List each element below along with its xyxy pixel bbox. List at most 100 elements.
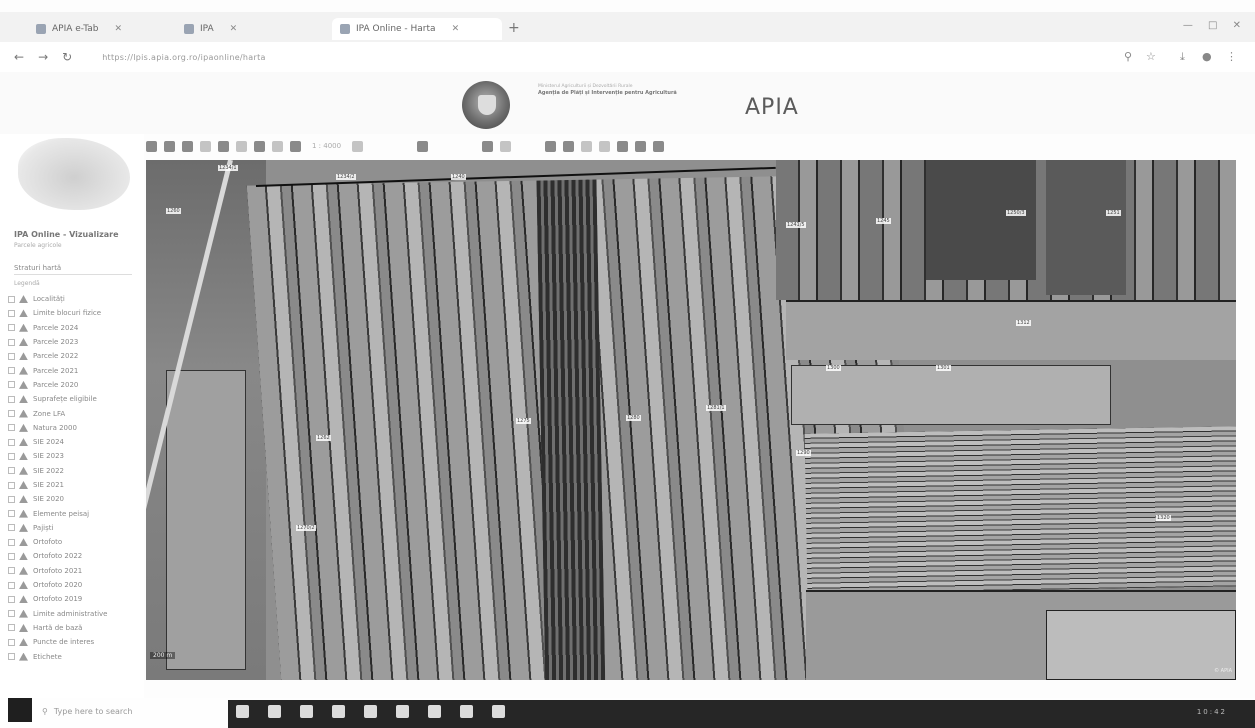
layer-item[interactable]: Hartă de bază: [8, 621, 146, 635]
mail-icon[interactable]: [332, 705, 345, 718]
taskbar-search[interactable]: ⚲ Type here to search: [42, 702, 170, 720]
pencil-icon[interactable]: [635, 140, 647, 152]
layer-item[interactable]: Ortofoto 2020: [8, 578, 146, 592]
app-icon[interactable]: [428, 705, 441, 718]
layer-item[interactable]: Parcele 2020: [8, 378, 146, 392]
parcel-label[interactable]: 1250/3: [1006, 210, 1026, 216]
tab-1[interactable]: APIA e-Tab ✕: [28, 18, 168, 40]
scale-input[interactable]: 1 : 4000: [312, 142, 341, 150]
explorer-icon[interactable]: [268, 705, 281, 718]
parcel-label[interactable]: 1300: [826, 365, 841, 371]
layer-item[interactable]: Etichete: [8, 649, 146, 663]
layer-item[interactable]: Ortofoto 2022: [8, 549, 146, 563]
layer-checkbox[interactable]: [8, 295, 15, 303]
parcel-label[interactable]: 1275: [516, 418, 531, 424]
app-icon[interactable]: [460, 705, 473, 718]
parcel-label[interactable]: 1262: [316, 435, 331, 441]
search-parcel-icon[interactable]: [482, 140, 494, 152]
layers-section-header[interactable]: Straturi hartă: [14, 264, 132, 275]
layer-item[interactable]: Ortofoto 2021: [8, 564, 146, 578]
settings-icon[interactable]: [617, 140, 629, 152]
layer-item[interactable]: Puncte de interes: [8, 635, 146, 649]
menu-icon[interactable]: ⋮: [1226, 50, 1237, 63]
store-icon[interactable]: [300, 705, 313, 718]
parcel-label[interactable]: 1301: [936, 365, 951, 371]
profile-icon[interactable]: ●: [1202, 50, 1212, 63]
layer-checkbox[interactable]: [8, 495, 15, 503]
download-icon[interactable]: ⤓: [1180, 50, 1185, 64]
layer-checkbox[interactable]: [8, 324, 15, 332]
layer-checkbox[interactable]: [8, 309, 15, 317]
layer-item[interactable]: Parcele 2022: [8, 349, 146, 363]
undo-icon[interactable]: [581, 140, 593, 152]
layer-checkbox[interactable]: [8, 595, 15, 603]
parcel-label[interactable]: 1241/5: [786, 222, 806, 228]
close-icon[interactable]: ✕: [230, 24, 238, 34]
window-controls[interactable]: — □ ✕: [1183, 20, 1247, 31]
system-clock[interactable]: 10:42: [1197, 708, 1227, 716]
new-tab-button[interactable]: +: [508, 20, 520, 36]
edit-icon[interactable]: [563, 140, 575, 152]
layer-checkbox[interactable]: [8, 424, 15, 432]
layer-item[interactable]: Parcele 2023: [8, 335, 146, 349]
info-icon[interactable]: [236, 140, 247, 152]
layer-item[interactable]: Natura 2000: [8, 421, 146, 435]
zoom-out-icon[interactable]: [164, 140, 175, 152]
layer-checkbox[interactable]: [8, 395, 15, 403]
map-canvas[interactable]: 1234/1 1234/2 1240 1241/5 1245 1250/3 1251 1260…: [146, 160, 1236, 680]
layer-checkbox[interactable]: [8, 567, 15, 575]
layer-checkbox[interactable]: [8, 481, 15, 489]
delete-icon[interactable]: [653, 140, 665, 152]
parcel-label[interactable]: 1234/2: [336, 174, 356, 180]
layer-checkbox[interactable]: [8, 653, 15, 661]
layer-item[interactable]: SIE 2022: [8, 464, 146, 478]
layer-item[interactable]: Limite blocuri fizice: [8, 306, 146, 320]
layer-item[interactable]: Pajiști: [8, 521, 146, 535]
parcel-label[interactable]: 1251: [1106, 210, 1121, 216]
parcel-label[interactable]: 1281/1: [706, 405, 726, 411]
tab-2[interactable]: IPA ✕: [176, 18, 326, 40]
layer-item[interactable]: SIE 2021: [8, 478, 146, 492]
task-view-icon[interactable]: [236, 705, 249, 718]
parcel-label[interactable]: 1290: [796, 450, 811, 456]
layer-item[interactable]: Elemente peisaj: [8, 506, 146, 520]
start-button[interactable]: [8, 698, 32, 722]
layer-checkbox[interactable]: [8, 438, 15, 446]
home-icon[interactable]: [272, 140, 283, 152]
parcel-label[interactable]: 1270/2: [296, 525, 316, 531]
select-icon[interactable]: [200, 140, 211, 152]
parcel-label[interactable]: 1240: [451, 174, 466, 180]
scale-dropdown-icon[interactable]: [352, 140, 364, 152]
layer-item[interactable]: SIE 2023: [8, 449, 146, 463]
layer-item[interactable]: Parcele 2024: [8, 321, 146, 335]
parcel-label[interactable]: 1320: [1156, 515, 1171, 521]
url-field[interactable]: https://lpis.apia.org.ro/ipaonline/harta: [102, 53, 266, 62]
layer-checkbox[interactable]: [8, 638, 15, 646]
layer-item[interactable]: Parcele 2021: [8, 363, 146, 377]
parcel-label[interactable]: 1312: [1016, 320, 1031, 326]
layer-checkbox[interactable]: [8, 581, 15, 589]
close-icon[interactable]: ✕: [114, 24, 122, 34]
identify-icon[interactable]: [500, 140, 512, 152]
layer-checkbox[interactable]: [8, 381, 15, 389]
layer-checkbox[interactable]: [8, 552, 15, 560]
star-icon[interactable]: ☆: [1146, 50, 1156, 63]
close-icon[interactable]: ✕: [452, 24, 460, 34]
reload-icon[interactable]: ↻: [62, 50, 72, 64]
redo-icon[interactable]: [599, 140, 611, 152]
layer-item[interactable]: Ortofoto: [8, 535, 146, 549]
layer-checkbox[interactable]: [8, 510, 15, 518]
app-icon[interactable]: [492, 705, 505, 718]
layer-checkbox[interactable]: [8, 452, 15, 460]
layer-checkbox[interactable]: [8, 467, 15, 475]
parcel-label[interactable]: 1280: [626, 415, 641, 421]
layer-checkbox[interactable]: [8, 538, 15, 546]
layer-checkbox[interactable]: [8, 624, 15, 632]
layer-item[interactable]: Limite administrative: [8, 607, 146, 621]
layer-checkbox[interactable]: [8, 367, 15, 375]
parcel-label[interactable]: 1245: [876, 218, 891, 224]
layer-item[interactable]: SIE 2020: [8, 492, 146, 506]
layer-item[interactable]: Suprafețe eligibile: [8, 392, 146, 406]
layer-checkbox[interactable]: [8, 338, 15, 346]
tab-3[interactable]: IPA Online - Harta ✕: [332, 18, 502, 40]
